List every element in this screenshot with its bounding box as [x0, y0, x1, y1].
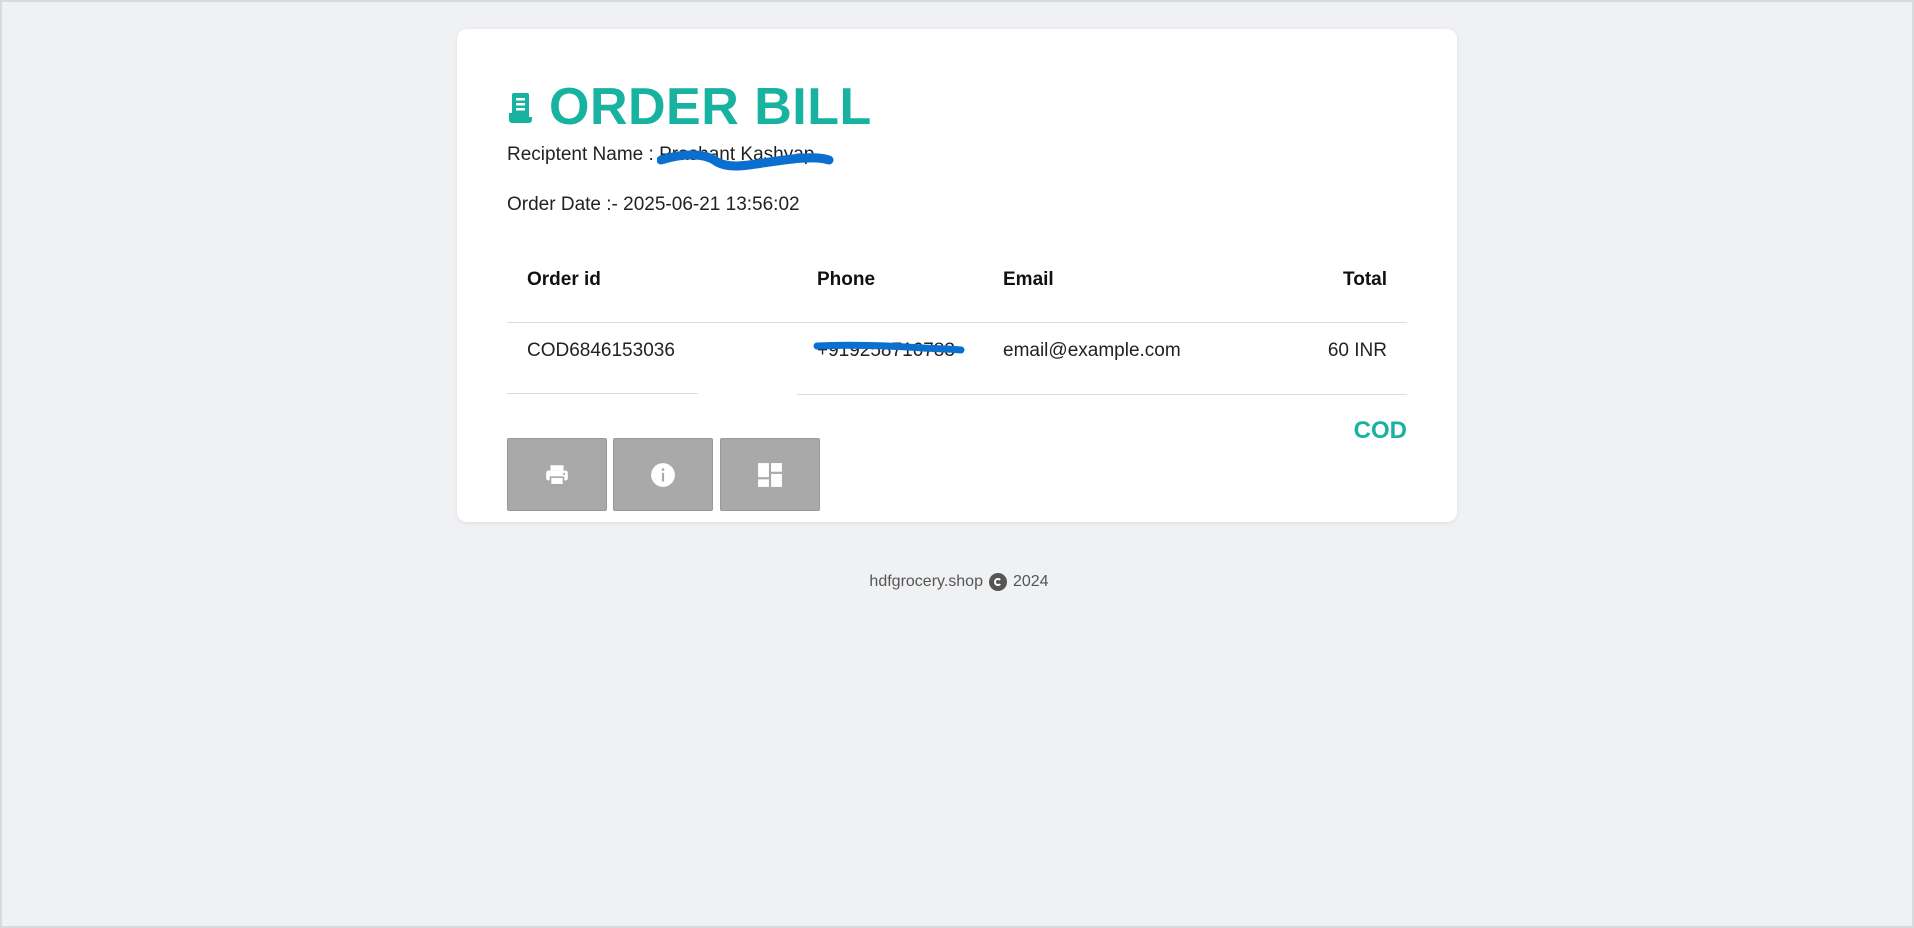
row-divider-left: [507, 393, 698, 394]
total-cell: 60 INR: [1327, 340, 1387, 361]
browser-viewport: ORDER BILL Reciptent Name : Prashant Kas…: [0, 0, 1914, 928]
receipt-icon: [509, 93, 532, 123]
page-footer: hdfgrocery.shop 2024: [2, 573, 1914, 591]
recipient-name: Prashant Kashyap: [659, 144, 815, 165]
column-header-phone: Phone: [817, 269, 876, 290]
header-divider: [507, 322, 1407, 323]
order-date-line: Order Date :- 2025-06-21 13:56:02: [507, 194, 800, 216]
recipient-label: Reciptent Name :: [507, 144, 654, 165]
recipient-line: Reciptent Name : Prashant Kashyap: [507, 144, 814, 166]
phone-cell: +919258716783: [817, 340, 955, 361]
page-title: ORDER BILL: [549, 78, 872, 136]
dashboard-button[interactable]: [720, 438, 820, 511]
order-date-label: Order Date :-: [507, 194, 618, 215]
info-icon: [651, 462, 675, 487]
order-bill-card: ORDER BILL Reciptent Name : Prashant Kas…: [457, 29, 1457, 522]
print-button[interactable]: [507, 438, 607, 511]
column-header-email: Email: [1003, 269, 1054, 290]
footer-year: 2024: [1012, 573, 1049, 590]
print-icon: [546, 464, 568, 486]
column-header-order-id: Order id: [527, 269, 601, 290]
payment-method-label: COD: [1353, 417, 1407, 444]
footer-site-name: hdfgrocery.shop: [869, 573, 983, 590]
bill-header: ORDER BILL: [507, 81, 872, 133]
order-date-value: 2025-06-21 13:56:02: [623, 194, 800, 215]
dashboard-icon: [758, 462, 782, 487]
copyright-icon: [988, 573, 1007, 591]
order-id-cell: COD6846153036: [527, 340, 675, 361]
row-divider-right: [797, 394, 1407, 395]
email-cell: email@example.com: [1003, 340, 1181, 361]
info-button[interactable]: [613, 438, 713, 511]
column-header-total: Total: [1343, 269, 1387, 290]
